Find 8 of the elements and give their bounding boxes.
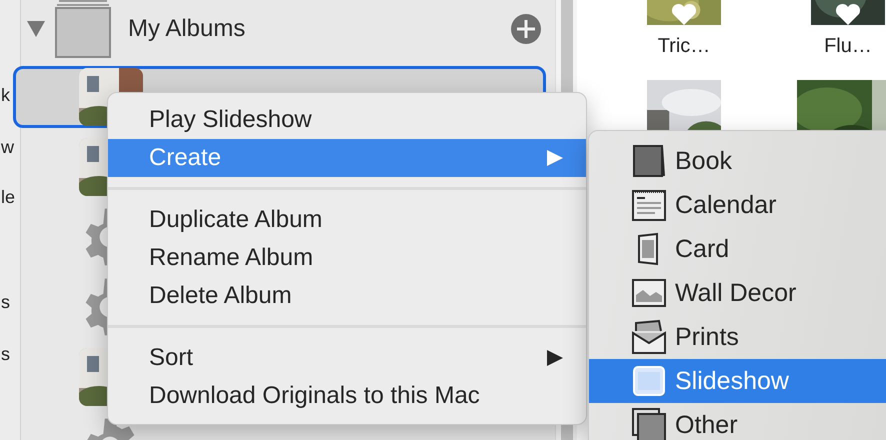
photo-title: Flu… [824,35,872,58]
photo-title: Tric… [658,35,710,58]
cut-off-label: w [1,136,15,159]
cut-off-label: s [1,343,11,366]
section-title: My Albums [128,15,246,43]
cut-off-label: le [1,186,16,209]
cut-off-label: s [1,291,11,314]
cut-off-label: k [1,84,11,107]
